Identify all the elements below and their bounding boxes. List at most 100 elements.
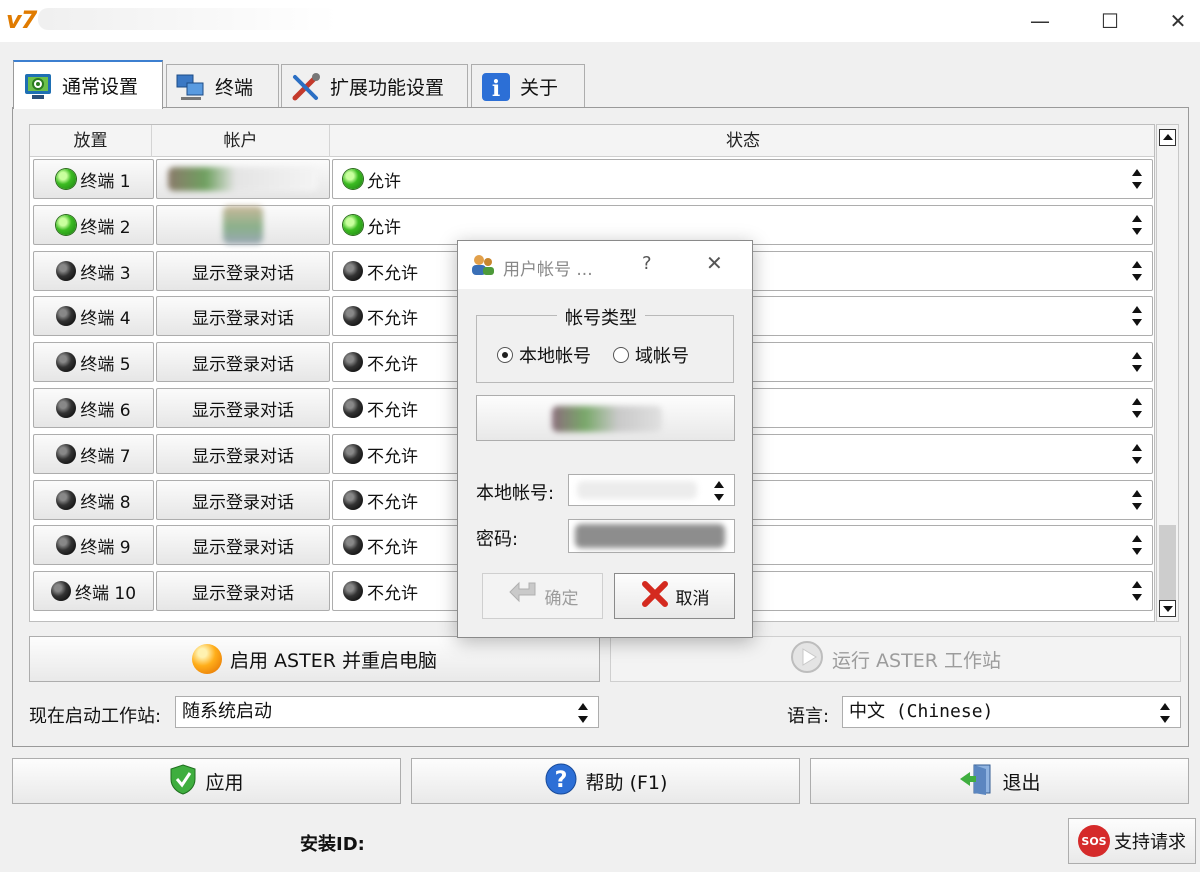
account-button[interactable]: 显示登录对话 xyxy=(156,296,330,336)
account-button[interactable]: 显示登录对话 xyxy=(156,571,330,611)
dialog-close-button[interactable]: ✕ xyxy=(706,251,723,275)
black-status-led-icon xyxy=(56,352,77,372)
account-button[interactable] xyxy=(156,205,330,245)
apply-button[interactable]: 应用 xyxy=(12,758,401,804)
dialog-help-button[interactable]: ? xyxy=(642,253,652,274)
scroll-down-arrow[interactable] xyxy=(1159,600,1176,617)
tools-icon xyxy=(290,71,322,103)
status-label: 不允许 xyxy=(367,354,418,375)
terminal-button[interactable]: 终端 10 xyxy=(33,571,154,611)
radio-local-label: 本地帐号 xyxy=(519,346,591,367)
sos-icon: SOS xyxy=(1078,825,1110,857)
redacted-account xyxy=(168,167,318,191)
status-label: 不允许 xyxy=(367,537,418,558)
status-select[interactable]: 允许 xyxy=(332,159,1153,199)
language-label: 语言: xyxy=(787,706,830,727)
ok-arrow-icon xyxy=(507,579,541,614)
support-request-label: 支持请求 xyxy=(1114,832,1186,853)
password-field[interactable] xyxy=(568,519,735,553)
terminal-label: 终端 10 xyxy=(74,583,137,604)
account-button[interactable]: 显示登录对话 xyxy=(156,480,330,520)
account-label: 显示登录对话 xyxy=(192,263,294,284)
tab-terminals[interactable]: 终端 xyxy=(166,64,279,108)
enable-restart-button[interactable]: 启用 ASTER 并重启电脑 xyxy=(29,636,600,682)
radio-domain-account[interactable]: 域帐号 xyxy=(613,342,689,368)
startup-label: 现在启动工作站: xyxy=(29,706,162,727)
run-workstation-button[interactable]: 运行 ASTER 工作站 xyxy=(610,636,1181,682)
terminal-button[interactable]: 终端 1 xyxy=(33,159,154,199)
startup-select[interactable]: 随系统启动 xyxy=(175,696,599,728)
terminal-label: 终端 5 xyxy=(80,354,131,375)
orange-orb-icon xyxy=(192,644,223,674)
spinner-arrows-icon xyxy=(1130,215,1144,235)
spinner-arrows-icon xyxy=(1130,535,1144,555)
terminal-button[interactable]: 终端 7 xyxy=(33,434,154,474)
account-button[interactable]: 显示登录对话 xyxy=(156,388,330,428)
terminal-button[interactable]: 终端 3 xyxy=(33,251,154,291)
language-select[interactable]: 中文 (Chinese) xyxy=(842,696,1181,728)
status-label: 不允许 xyxy=(367,583,418,604)
terminal-button[interactable]: 终端 6 xyxy=(33,388,154,428)
radio-local-account[interactable]: 本地帐号 xyxy=(497,342,591,368)
account-button[interactable]: 显示登录对话 xyxy=(156,434,330,474)
account-label: 显示登录对话 xyxy=(192,308,294,329)
black-status-led-icon xyxy=(343,398,363,418)
account-button[interactable]: 显示登录对话 xyxy=(156,525,330,565)
terminal-label: 终端 6 xyxy=(80,400,131,421)
minimize-button[interactable]: — xyxy=(1018,6,1062,36)
spinner-arrows-icon xyxy=(1130,352,1144,372)
tab-general-settings[interactable]: 通常设置 xyxy=(13,60,163,109)
terminal-button[interactable]: 终端 2 xyxy=(33,205,154,245)
status-select[interactable]: 允许 xyxy=(332,205,1153,245)
close-button[interactable]: ✕ xyxy=(1156,6,1200,36)
header-status: 状态 xyxy=(726,131,760,151)
status-label: 不允许 xyxy=(367,263,418,284)
status-label: 不允许 xyxy=(367,446,418,467)
terminal-label: 终端 9 xyxy=(80,537,131,558)
tab-about[interactable]: i 关于 xyxy=(471,64,585,108)
spinner-arrows-icon xyxy=(1130,398,1144,418)
help-button[interactable]: ? 帮助 (F1) xyxy=(411,758,800,804)
green-status-led-icon xyxy=(56,215,77,235)
dialog-cancel-button[interactable]: 取消 xyxy=(614,573,735,619)
terminal-label: 终端 3 xyxy=(80,263,131,284)
terminal-button[interactable]: 终端 5 xyxy=(33,342,154,382)
terminals-icon xyxy=(175,71,207,103)
account-button[interactable] xyxy=(156,159,330,199)
scroll-up-arrow[interactable] xyxy=(1159,129,1176,146)
green-status-led-icon xyxy=(343,169,363,189)
exit-door-icon xyxy=(958,762,994,801)
tab-label: 扩展功能设置 xyxy=(330,77,445,99)
account-label: 显示登录对话 xyxy=(192,446,294,467)
local-account-select[interactable] xyxy=(568,474,735,506)
support-request-button[interactable]: SOS 支持请求 xyxy=(1068,818,1196,864)
black-status-led-icon xyxy=(56,535,77,555)
dialog-ok-button[interactable]: 确定 xyxy=(482,573,603,619)
black-status-led-icon xyxy=(343,261,363,281)
scroll-thumb[interactable] xyxy=(1159,525,1176,600)
maximize-button[interactable]: ☐ xyxy=(1088,6,1132,36)
black-status-led-icon xyxy=(343,352,363,372)
green-status-led-icon xyxy=(56,169,77,189)
account-button[interactable]: 显示登录对话 xyxy=(156,342,330,382)
enable-restart-label: 启用 ASTER 并重启电脑 xyxy=(230,649,437,672)
terminal-button[interactable]: 终端 4 xyxy=(33,296,154,336)
exit-label: 退出 xyxy=(1002,771,1041,794)
exit-button[interactable]: 退出 xyxy=(810,758,1189,804)
radio-unselected-icon xyxy=(613,347,629,363)
account-button[interactable]: 显示登录对话 xyxy=(156,251,330,291)
info-icon: i xyxy=(480,71,512,103)
terminal-button[interactable]: 终端 9 xyxy=(33,525,154,565)
account-picture-button[interactable] xyxy=(476,395,735,441)
apply-label: 应用 xyxy=(205,771,244,794)
dialog-title: 用户帐号 ... xyxy=(503,260,593,280)
tab-extended-settings[interactable]: 扩展功能设置 xyxy=(281,64,468,108)
spinner-arrows-icon xyxy=(1130,306,1144,326)
spinner-arrows-icon xyxy=(576,703,590,723)
table-scrollbar[interactable] xyxy=(1156,124,1179,622)
black-status-led-icon xyxy=(56,306,77,326)
install-id-label: 安装ID: xyxy=(300,834,365,855)
terminal-button[interactable]: 终端 8 xyxy=(33,480,154,520)
tab-label: 终端 xyxy=(215,77,254,99)
tab-label: 通常设置 xyxy=(62,76,139,98)
